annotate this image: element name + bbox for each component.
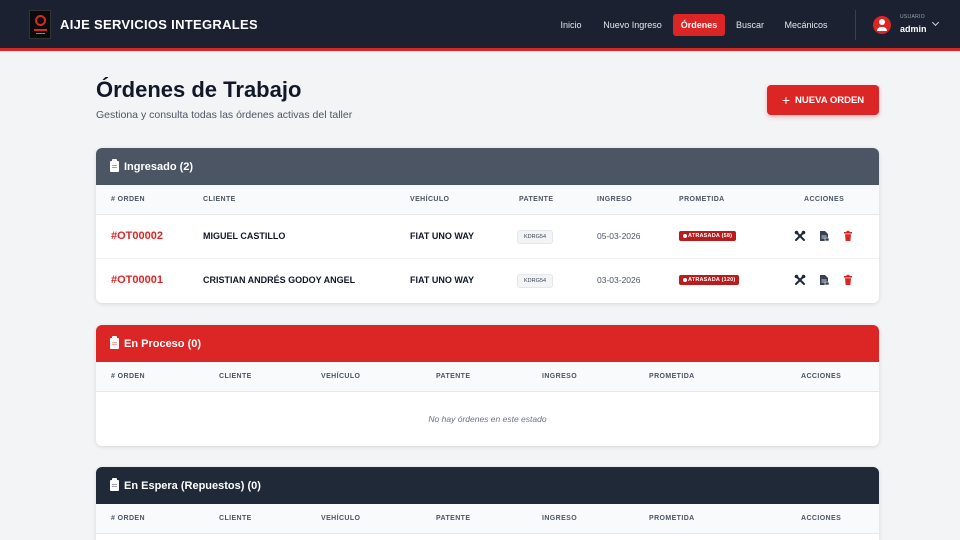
nav-link-inicio[interactable]: Inicio <box>554 14 588 36</box>
clipboard-icon <box>110 159 119 172</box>
section-en-proceso: En Proceso (0) # ORDEN CLIENTE VEHÍCULO … <box>96 325 879 446</box>
order-id-link[interactable]: #OT00001 <box>111 274 163 286</box>
ingreso-date: 05-03-2026 <box>597 231 641 241</box>
tools-icon[interactable] <box>794 230 806 242</box>
col-ingreso: INGRESO <box>542 373 578 380</box>
plate-badge: KDRG54 <box>517 230 554 244</box>
col-prometida: PROMETIDA <box>649 515 695 522</box>
empty-state-message: No hay órdenes en este estado <box>428 414 547 424</box>
col-acciones: ACCIONES <box>801 515 842 522</box>
new-order-button[interactable]: + NUEVA ORDEN <box>767 85 879 115</box>
section-title: Ingresado (2) <box>124 160 194 173</box>
user-role: USUARIO <box>900 14 925 20</box>
col-orden: # ORDEN <box>111 196 145 203</box>
user-circle-icon[interactable] <box>873 16 891 34</box>
nav-link-buscar[interactable]: Buscar <box>733 14 767 36</box>
nav-divider <box>855 10 856 40</box>
status-badge: ATRASADA (58) <box>679 231 737 241</box>
col-patente: PATENTE <box>436 515 471 522</box>
col-acciones: ACCIONES <box>801 373 842 380</box>
tools-icon[interactable] <box>794 274 806 286</box>
document-icon[interactable] <box>818 274 830 286</box>
table-row[interactable]: #OT00001 CRISTIAN ANDRÉS GODOY ANGEL FIA… <box>96 259 879 303</box>
col-orden: # ORDEN <box>111 373 145 380</box>
col-cliente: CLIENTE <box>219 373 252 380</box>
trash-icon[interactable] <box>842 274 854 286</box>
col-patente: PATENTE <box>519 196 554 203</box>
section-header: En Proceso (0) <box>96 325 879 362</box>
vehicle-name: FIAT UNO WAY <box>410 275 475 285</box>
col-cliente: CLIENTE <box>219 515 252 522</box>
page-title: Órdenes de Trabajo <box>96 77 302 102</box>
section-header: En Espera (Repuestos) (0) <box>96 467 879 504</box>
nav-link-ordenes[interactable]: Órdenes <box>673 14 725 36</box>
table-header: # ORDEN CLIENTE VEHÍCULO PATENTE INGRESO… <box>96 185 879 215</box>
section-title: En Proceso (0) <box>124 337 202 350</box>
col-acciones: ACCIONES <box>804 196 845 203</box>
chevron-down-icon[interactable] <box>931 18 940 27</box>
col-vehiculo: VEHÍCULO <box>410 196 450 203</box>
plate-badge: KDRG54 <box>517 274 554 288</box>
col-vehiculo: VEHÍCULO <box>321 515 361 522</box>
clipboard-icon <box>110 478 119 491</box>
col-ingreso: INGRESO <box>542 515 578 522</box>
status-badge-label: ATRASADA (120) <box>688 277 736 283</box>
section-ingresado: Ingresado (2) # ORDEN CLIENTE VEHÍCULO P… <box>96 148 879 303</box>
document-icon[interactable] <box>818 230 830 242</box>
client-name: CRISTIAN ANDRÉS GODOY ANGEL <box>203 275 356 285</box>
clipboard-icon <box>110 336 119 349</box>
table-header: # ORDEN CLIENTE VEHÍCULO PATENTE INGRESO… <box>96 362 879 392</box>
col-cliente: CLIENTE <box>203 196 236 203</box>
new-order-label: NUEVA ORDEN <box>795 94 865 106</box>
status-badge-label: ATRASADA (58) <box>688 233 733 239</box>
col-patente: PATENTE <box>436 373 471 380</box>
col-ingreso: INGRESO <box>597 196 633 203</box>
col-orden: # ORDEN <box>111 515 145 522</box>
brand-name[interactable]: AIJE SERVICIOS INTEGRALES <box>60 17 258 32</box>
nav-link-mecanicos[interactable]: Mecánicos <box>780 14 832 36</box>
order-id-link[interactable]: #OT00002 <box>111 230 163 242</box>
col-prometida: PROMETIDA <box>649 373 695 380</box>
col-prometida: PROMETIDA <box>679 196 725 203</box>
status-badge: ATRASADA (120) <box>679 275 740 285</box>
section-header: Ingresado (2) <box>96 148 879 185</box>
table-header: # ORDEN CLIENTE VEHÍCULO PATENTE INGRESO… <box>96 504 879 534</box>
navbar: AIJE SERVICIOS INTEGRALES Inicio Nuevo I… <box>0 0 960 51</box>
vehicle-name: FIAT UNO WAY <box>410 231 475 241</box>
ingreso-date: 03-03-2026 <box>597 275 641 285</box>
user-name[interactable]: admin <box>900 24 927 34</box>
section-en-espera: En Espera (Repuestos) (0) # ORDEN CLIENT… <box>96 467 879 540</box>
page-subtitle: Gestiona y consulta todas las órdenes ac… <box>96 109 353 121</box>
brand-logo[interactable] <box>29 10 51 39</box>
col-vehiculo: VEHÍCULO <box>321 373 361 380</box>
section-title: En Espera (Repuestos) (0) <box>124 479 261 492</box>
plus-icon: + <box>781 92 791 108</box>
nav-link-nuevo-ingreso[interactable]: Nuevo Ingreso <box>600 14 665 36</box>
table-row[interactable]: #OT00002 MIGUEL CASTILLO FIAT UNO WAY KD… <box>96 215 879 259</box>
trash-icon[interactable] <box>842 230 854 242</box>
client-name: MIGUEL CASTILLO <box>203 231 286 241</box>
